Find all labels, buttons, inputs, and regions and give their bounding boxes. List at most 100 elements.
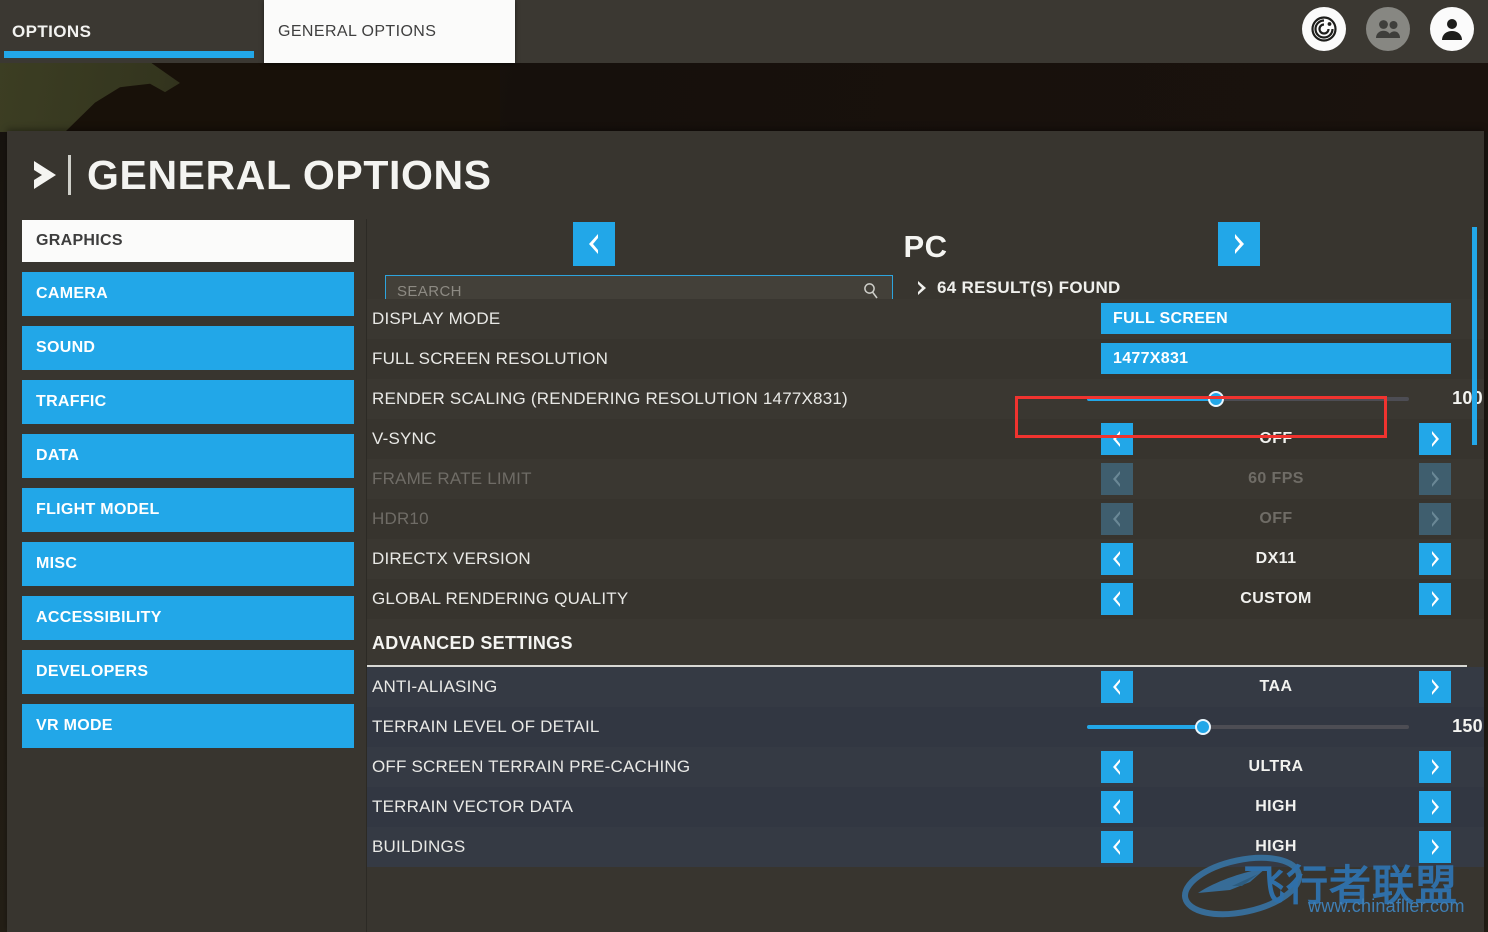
setting-next-button[interactable] [1419, 751, 1451, 783]
setting-value: OFF [1259, 430, 1293, 447]
settings-scrollbar-thumb[interactable] [1472, 227, 1477, 445]
setting-label: DIRECTX VERSION [372, 549, 531, 568]
page-title: GENERAL OPTIONS [87, 151, 492, 198]
platform-label: PC [903, 229, 948, 264]
setting-value: DX11 [1255, 550, 1297, 567]
setting-row: ANTI-ALIASING TAA [367, 667, 1484, 707]
platform-prev-button[interactable] [573, 222, 615, 266]
sidebar-item-traffic[interactable]: TRAFFIC [22, 380, 354, 424]
setting-dropdown[interactable]: FULL SCREEN [1101, 303, 1451, 334]
slider-thumb[interactable] [1194, 719, 1211, 735]
top-tab-bar: OPTIONS GENERAL OPTIONS [0, 0, 1488, 63]
setting-row: HDR10 OFF [367, 499, 1484, 539]
advanced-settings-section-header: ADVANCED SETTINGS [367, 619, 1484, 667]
setting-prev-button[interactable] [1101, 831, 1133, 863]
setting-label: FRAME RATE LIMIT [372, 469, 532, 488]
setting-label: V-SYNC [372, 429, 437, 448]
setting-label: TERRAIN VECTOR DATA [372, 797, 574, 816]
sidebar-item-label: TRAFFIC [36, 393, 107, 410]
setting-label: GLOBAL RENDERING QUALITY [372, 589, 629, 608]
sidebar-item-camera[interactable]: CAMERA [22, 272, 354, 316]
settings-content: PC SEARCH 64 RESULT(S) FOUND DISPLAY MOD… [367, 219, 1484, 932]
tab-general-options-label: GENERAL OPTIONS [278, 22, 437, 40]
setting-label: RENDER SCALING (RENDERING RESOLUTION 147… [372, 389, 848, 408]
results-indicator: 64 RESULT(S) FOUND [915, 278, 1121, 298]
setting-label: BUILDINGS [372, 837, 466, 856]
search-icon[interactable] [862, 282, 880, 300]
sidebar-item-data[interactable]: DATA [22, 434, 354, 478]
setting-value: FULL SCREEN [1113, 309, 1229, 327]
setting-row: TERRAIN LEVEL OF DETAIL 150 [367, 707, 1484, 747]
sidebar-item-accessibility[interactable]: ACCESSIBILITY [22, 596, 354, 640]
sidebar-item-flight-model[interactable]: FLIGHT MODEL [22, 488, 354, 532]
header-divider [68, 155, 71, 195]
setting-value: CUSTOM [1240, 590, 1312, 607]
setting-label: FULL SCREEN RESOLUTION [372, 349, 609, 368]
results-count-label: 64 RESULT(S) FOUND [937, 278, 1121, 297]
friends-icon[interactable] [1366, 7, 1410, 51]
setting-next-button[interactable] [1419, 671, 1451, 703]
setting-slider[interactable]: 100 [1087, 379, 1483, 419]
slider-value: 150 [1452, 716, 1483, 736]
tab-options[interactable]: OPTIONS [0, 0, 258, 63]
settings-list: DISPLAY MODE FULL SCREEN FULL SCREEN RESOL… [367, 299, 1484, 932]
tab-options-label: OPTIONS [12, 21, 92, 41]
chevron-right-icon [29, 158, 63, 192]
tab-general-options[interactable]: GENERAL OPTIONS [264, 0, 515, 63]
sidebar-item-label: FLIGHT MODEL [36, 501, 160, 518]
setting-row: FRAME RATE LIMIT 60 FPS [367, 459, 1484, 499]
setting-value: 1477X831 [1113, 349, 1189, 367]
setting-row: RENDER SCALING (RENDERING RESOLUTION 147… [367, 379, 1484, 419]
sidebar-item-label: DATA [36, 447, 80, 464]
sidebar-item-graphics[interactable]: GRAPHICS [22, 220, 354, 262]
slider-fill [1087, 725, 1203, 729]
sidebar-item-label: MISC [36, 555, 78, 572]
setting-row: TERRAIN VECTOR DATA HIGH [367, 787, 1484, 827]
setting-slider[interactable]: 150 [1087, 707, 1483, 747]
profile-icon[interactable] [1430, 7, 1474, 51]
slider-thumb[interactable] [1207, 391, 1224, 407]
platform-next-button[interactable] [1218, 222, 1260, 266]
app-root: OPTIONS GENERAL OPTIONS GENERAL OPTIONS … [0, 0, 1488, 932]
setting-next-button[interactable] [1419, 543, 1451, 575]
sidebar-item-label: GRAPHICS [36, 232, 123, 249]
setting-prev-button[interactable] [1101, 791, 1133, 823]
setting-prev-button[interactable] [1101, 671, 1133, 703]
panel-header: GENERAL OPTIONS [7, 131, 1484, 219]
sidebar-item-label: CAMERA [36, 285, 109, 302]
setting-value: OFF [1259, 510, 1293, 527]
setting-row: GLOBAL RENDERING QUALITY CUSTOM [367, 579, 1484, 619]
sidebar-item-developers[interactable]: DEVELOPERS [22, 650, 354, 694]
setting-value: HIGH [1255, 838, 1297, 855]
setting-next-button[interactable] [1419, 423, 1451, 455]
setting-prev-button[interactable] [1101, 751, 1133, 783]
sidebar-item-label: DEVELOPERS [36, 663, 149, 680]
setting-prev-button[interactable] [1101, 543, 1133, 575]
slider-fill [1087, 397, 1216, 401]
tab-options-underline [4, 51, 254, 58]
setting-label: HDR10 [372, 509, 429, 528]
sidebar-item-label: ACCESSIBILITY [36, 609, 162, 626]
setting-prev-button[interactable] [1101, 423, 1133, 455]
sidebar-item-misc[interactable]: MISC [22, 542, 354, 586]
search-input[interactable] [386, 282, 862, 300]
content-header: PC SEARCH 64 RESULT(S) FOUND [367, 219, 1484, 307]
setting-next-button [1419, 503, 1451, 535]
setting-next-button[interactable] [1419, 583, 1451, 615]
top-icon-group [1302, 7, 1474, 51]
platform-selector: PC [367, 219, 1484, 275]
slider-value: 100 [1452, 388, 1483, 408]
setting-dropdown[interactable]: 1477X831 [1101, 343, 1451, 374]
sidebar-item-vr-mode[interactable]: VR MODE [22, 704, 354, 748]
setting-next-button[interactable] [1419, 791, 1451, 823]
setting-next-button [1419, 463, 1451, 495]
setting-next-button[interactable] [1419, 831, 1451, 863]
general-options-panel: GENERAL OPTIONS GRAPHICS CAMERA SOUND TRAFF… [7, 131, 1484, 932]
radar-icon[interactable] [1302, 7, 1346, 51]
sidebar-item-sound[interactable]: SOUND [22, 326, 354, 370]
setting-label: TERRAIN LEVEL OF DETAIL [372, 717, 600, 736]
setting-value: HIGH [1255, 798, 1297, 815]
setting-label: OFF SCREEN TERRAIN PRE-CACHING [372, 757, 691, 776]
setting-row: BUILDINGS HIGH [367, 827, 1484, 867]
setting-prev-button[interactable] [1101, 583, 1133, 615]
